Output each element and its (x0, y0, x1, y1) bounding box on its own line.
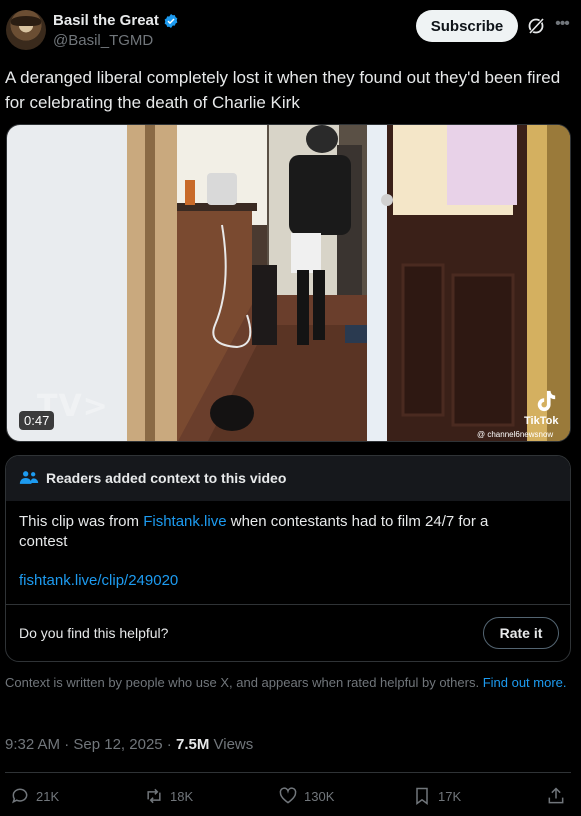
verified-badge-icon (164, 13, 178, 28)
share-icon (548, 787, 564, 804)
rate-it-button[interactable]: Rate it (483, 617, 559, 649)
note-body-prefix: This clip was from (19, 513, 144, 530)
community-note-header: Readers added context to this video (6, 456, 570, 501)
meta-separator: · (60, 736, 74, 753)
tweet-date[interactable]: Sep 12, 2025 (73, 736, 162, 753)
helpful-question: Do you find this helpful? (19, 625, 169, 641)
repost-icon (147, 788, 161, 804)
community-note-title: Readers added context to this video (46, 470, 287, 486)
bookmark-count: 17K (438, 788, 462, 804)
divider (5, 772, 571, 773)
divider (6, 604, 570, 605)
reply-button[interactable]: 21K (10, 786, 59, 806)
bookmark-button[interactable]: 17K (412, 786, 461, 806)
note-source-link[interactable]: fishtank.live/clip/249020 (19, 572, 178, 589)
bookmark-icon (416, 787, 428, 805)
tiktok-icon (537, 390, 556, 412)
community-note-body: This clip was from Fishtank.live when co… (19, 512, 539, 552)
context-info: Context is written by people who use X, … (5, 674, 570, 691)
tweet-header: Basil the Great @Basil_TGMD Subscribe ••… (0, 0, 581, 60)
tweet-time[interactable]: 9:32 AM (5, 736, 60, 753)
tiktok-label: TikTok (524, 415, 559, 427)
meta-separator: · (162, 736, 176, 753)
like-icon (279, 787, 297, 804)
find-out-more-link[interactable]: Find out more. (483, 675, 567, 690)
repost-count: 18K (170, 788, 194, 804)
more-icon[interactable]: ••• (552, 14, 572, 34)
handle[interactable]: @Basil_TGMD (53, 32, 153, 49)
community-note: Readers added context to this video This… (5, 455, 571, 662)
context-info-text: Context is written by people who use X, … (5, 675, 483, 690)
avatar[interactable] (6, 10, 46, 50)
reply-count: 21K (36, 788, 60, 804)
author-name-row: Basil the Great (53, 12, 179, 29)
grok-icon[interactable] (526, 16, 546, 36)
subscribe-button[interactable]: Subscribe (416, 10, 518, 42)
tweet-text: A deranged liberal completely lost it wh… (5, 68, 561, 112)
video-player[interactable]: TV> 0:47 TikTok @ channel6newsnow (6, 124, 571, 442)
video-duration: 0:47 (19, 411, 55, 430)
note-body-link[interactable]: Fishtank.live (143, 513, 226, 530)
community-notes-icon (19, 471, 39, 484)
reply-icon (12, 788, 28, 804)
like-button[interactable]: 130K (278, 786, 334, 806)
display-name[interactable]: Basil the Great (53, 12, 159, 29)
like-count: 130K (304, 788, 335, 804)
views-count: 7.5M (175, 736, 210, 753)
tweet-meta: 9:32 AM · Sep 12, 2025 · 7.5M Views (5, 736, 253, 753)
share-button[interactable] (546, 786, 566, 806)
views-label: Views (209, 736, 254, 753)
repost-button[interactable]: 18K (144, 786, 193, 806)
tiktok-username: @ channel6newsnow (477, 430, 554, 439)
